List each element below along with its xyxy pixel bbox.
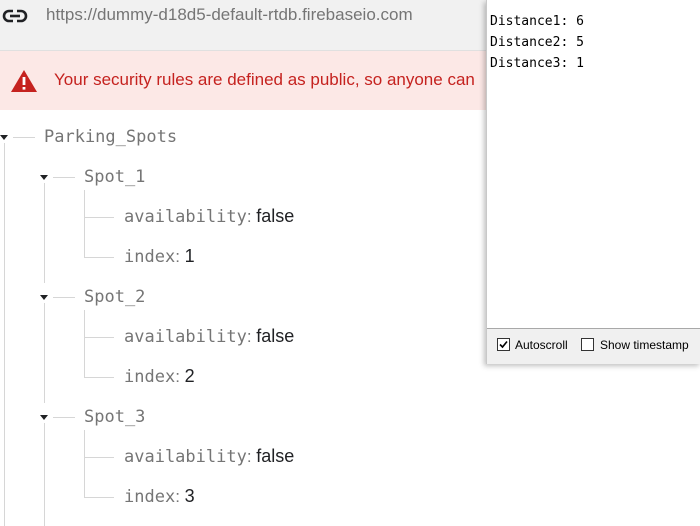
availability-value[interactable]: false bbox=[256, 446, 294, 466]
tree-connector bbox=[84, 430, 85, 498]
expand-caret-icon[interactable] bbox=[40, 415, 48, 420]
tree-connector bbox=[53, 177, 75, 178]
index-field[interactable]: index: 1 bbox=[124, 246, 195, 267]
tree-connector bbox=[84, 190, 85, 258]
availability-value[interactable]: false bbox=[256, 326, 294, 346]
autoscroll-checkbox[interactable] bbox=[497, 338, 510, 351]
index-value[interactable]: 3 bbox=[185, 486, 195, 506]
expand-caret-icon[interactable] bbox=[0, 135, 8, 140]
tree-connector bbox=[44, 423, 45, 526]
expand-caret-icon[interactable] bbox=[40, 295, 48, 300]
tree-connector bbox=[84, 497, 114, 498]
tree-connector bbox=[13, 137, 35, 138]
serial-line: Distance3: 1 bbox=[490, 56, 584, 71]
show-timestamp-label[interactable]: Show timestamp bbox=[600, 338, 689, 352]
index-value[interactable]: 2 bbox=[185, 366, 195, 386]
index-field[interactable]: index: 2 bbox=[124, 366, 195, 387]
root-node-key[interactable]: Parking_Spots bbox=[44, 127, 177, 147]
spot-node-key[interactable]: Spot_2 bbox=[84, 287, 145, 307]
checkmark-icon bbox=[499, 340, 508, 349]
tree-connector bbox=[53, 417, 75, 418]
tree-connector bbox=[4, 143, 5, 526]
database-url[interactable]: https://dummy-d18d5-default-rtdb.firebas… bbox=[46, 5, 413, 25]
availability-field[interactable]: availability: false bbox=[124, 326, 294, 347]
tree-connector bbox=[44, 183, 45, 283]
expand-caret-icon[interactable] bbox=[40, 175, 48, 180]
availability-value[interactable]: false bbox=[256, 206, 294, 226]
serial-monitor-window: Distance1: 6 Distance2: 5 Distance3: 1 A… bbox=[486, 0, 700, 364]
serial-line: Distance1: 6 bbox=[490, 14, 584, 29]
tree-connector bbox=[84, 337, 114, 338]
serial-output-area[interactable]: Distance1: 6 Distance2: 5 Distance3: 1 bbox=[487, 0, 700, 329]
availability-field[interactable]: availability: false bbox=[124, 446, 294, 467]
spot-node-key[interactable]: Spot_1 bbox=[84, 167, 145, 187]
serial-line: Distance2: 5 bbox=[490, 35, 584, 50]
tree-connector bbox=[84, 217, 114, 218]
serial-footer: Autoscroll Show timestamp bbox=[487, 329, 700, 364]
tree-connector bbox=[84, 377, 114, 378]
warning-triangle-icon bbox=[11, 70, 37, 92]
security-warning-text: Your security rules are defined as publi… bbox=[54, 70, 475, 89]
link-icon[interactable] bbox=[2, 4, 28, 28]
index-field[interactable]: index: 3 bbox=[124, 486, 195, 507]
tree-connector bbox=[53, 297, 75, 298]
tree-connector bbox=[84, 457, 114, 458]
tree-connector bbox=[44, 303, 45, 403]
index-value[interactable]: 1 bbox=[185, 246, 195, 266]
availability-field[interactable]: availability: false bbox=[124, 206, 294, 227]
tree-connector bbox=[84, 257, 114, 258]
spot-node-key[interactable]: Spot_3 bbox=[84, 407, 145, 427]
show-timestamp-checkbox[interactable] bbox=[581, 338, 594, 351]
autoscroll-label[interactable]: Autoscroll bbox=[515, 338, 568, 352]
tree-connector bbox=[84, 310, 85, 378]
